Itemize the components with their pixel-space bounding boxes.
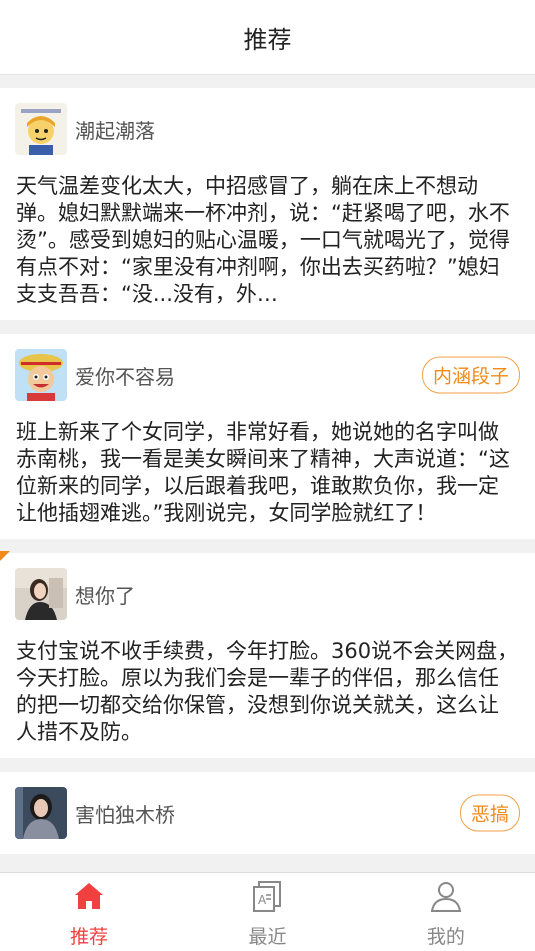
feed-card[interactable]: 害怕独木桥 恶搞: [0, 772, 535, 854]
author-name[interactable]: 潮起潮落: [75, 115, 155, 144]
category-tag[interactable]: 恶搞: [459, 794, 520, 832]
tab-label: 推荐: [70, 926, 109, 948]
card-header: 爱你不容易 内涵段子: [0, 334, 535, 416]
top-bar: 推荐: [0, 0, 535, 75]
card-header: 害怕独木桥 恶搞: [0, 772, 535, 854]
feed-card[interactable]: 爱你不容易 内涵段子 班上新来了个女同学，非常好看，她说她的名字叫做赤南桃，我一…: [0, 334, 535, 539]
feed-card[interactable]: 想你了 支付宝说不收手续费，今年打脸。360说不会关网盘，今天打脸。原以为我们会…: [0, 551, 535, 758]
post-text[interactable]: 班上新来了个女同学，非常好看，她说她的名字叫做赤南桃，我一看是美女瞬间来了精神，…: [0, 416, 535, 539]
tab-label: 我的: [426, 926, 465, 948]
home-icon: [75, 883, 104, 909]
author-name[interactable]: 爱你不容易: [75, 361, 175, 390]
avatar[interactable]: [15, 568, 67, 620]
tab-label: 最近: [248, 926, 287, 948]
card-header: 潮起潮落: [0, 88, 535, 170]
feed-card[interactable]: 潮起潮落 天气温差变化太大，中招感冒了，躺在床上不想动弹。媳妇默默端来一杯冲剂，…: [0, 88, 535, 320]
author-name[interactable]: 害怕独木桥: [75, 799, 175, 828]
joke-feed: 潮起潮落 天气温差变化太大，中招感冒了，躺在床上不想动弹。媳妇默默端来一杯冲剂，…: [0, 88, 535, 868]
recent-document-icon: A: [253, 881, 282, 912]
tab-recommend[interactable]: 推荐: [0, 873, 178, 951]
tab-mine[interactable]: 我的: [357, 873, 535, 951]
post-text[interactable]: 天气温差变化太大，中招感冒了，躺在床上不想动弹。媳妇默默端来一杯冲剂，说：“赶紧…: [0, 170, 535, 320]
post-text[interactable]: 支付宝说不收手续费，今年打脸。360说不会关网盘，今天打脸。原以为我们会是一辈子…: [0, 635, 535, 758]
bottom-tab-bar: 推荐 A 最近 我的: [0, 872, 535, 951]
author-name[interactable]: 想你了: [75, 580, 135, 609]
category-tag[interactable]: 内涵段子: [421, 356, 520, 394]
avatar[interactable]: [15, 103, 67, 155]
svg-text:A: A: [258, 893, 267, 907]
avatar[interactable]: [15, 349, 67, 401]
avatar[interactable]: [15, 787, 67, 839]
page-title: 推荐: [243, 25, 292, 54]
user-profile-icon: [430, 882, 461, 912]
tab-recent[interactable]: A 最近: [178, 873, 356, 951]
card-header: 想你了: [0, 553, 535, 635]
